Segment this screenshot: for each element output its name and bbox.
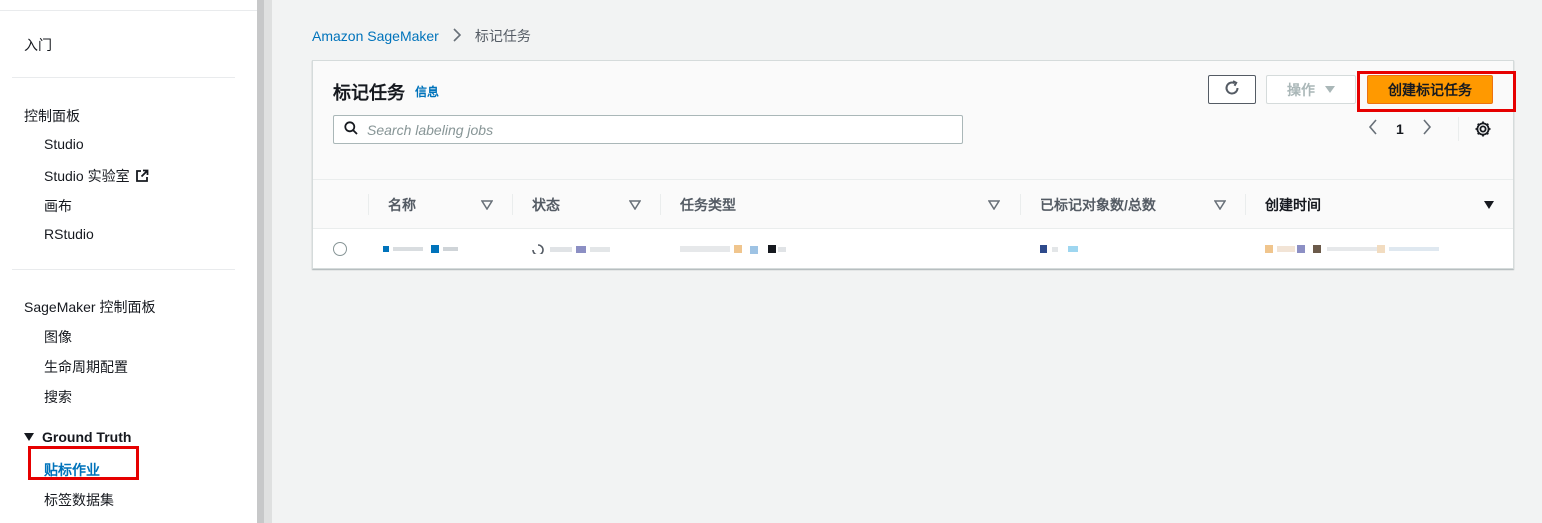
column-divider: [368, 194, 369, 215]
sidebar: 入门 控制面板 Studio Studio 实验室 画布 RStudio Sag…: [0, 0, 257, 523]
column-divider: [1020, 194, 1021, 215]
sort-descending-icon[interactable]: [1483, 200, 1495, 210]
column-header-name[interactable]: 名称: [388, 180, 416, 229]
pager-divider: [1458, 117, 1459, 141]
redacted-labeled-count: [1040, 245, 1078, 253]
redacted-task-type: [680, 245, 786, 254]
sidebar-section-control-panel[interactable]: 控制面板: [24, 106, 80, 126]
loading-spinner-icon: [532, 244, 610, 254]
chevron-right-icon: [453, 27, 461, 45]
sidebar-item-search[interactable]: 搜索: [44, 387, 72, 407]
sidebar-resize-handle[interactable]: [264, 0, 272, 523]
column-header-task-type[interactable]: 任务类型: [680, 180, 736, 229]
breadcrumb-root-link[interactable]: Amazon SageMaker: [312, 28, 439, 44]
search-icon: [344, 121, 358, 138]
breadcrumb-current: 标记任务: [474, 28, 531, 44]
external-link-icon: [135, 169, 149, 186]
labeling-jobs-panel: 标记任务 信息 操作 创建标记任务 1 名称 状态 任务类型 已标记对象数/总数…: [312, 60, 1516, 269]
column-header-created-time[interactable]: 创建时间: [1265, 180, 1321, 229]
refresh-icon: [1223, 79, 1241, 100]
chevron-right-icon[interactable]: [1422, 119, 1432, 138]
table-header: 名称 状态 任务类型 已标记对象数/总数 创建时间: [313, 180, 1513, 229]
sidebar-item-canvas[interactable]: 画布: [44, 196, 72, 216]
redacted-job-name[interactable]: [383, 244, 463, 254]
actions-dropdown[interactable]: 操作: [1266, 75, 1356, 104]
page-number[interactable]: 1: [1396, 121, 1404, 137]
sort-icon[interactable]: [1214, 200, 1226, 210]
column-divider: [512, 194, 513, 215]
sidebar-item-rstudio[interactable]: RStudio: [44, 226, 94, 242]
sidebar-item-studio[interactable]: Studio: [44, 136, 84, 152]
sidebar-item-lifecycle-config[interactable]: 生命周期配置: [44, 357, 128, 377]
caret-down-icon: [1325, 86, 1335, 93]
sidebar-item-studio-lab[interactable]: Studio 实验室: [44, 166, 149, 186]
redacted-created-time: [1265, 245, 1439, 253]
column-divider: [1245, 194, 1246, 215]
column-label: 创建时间: [1265, 196, 1321, 213]
search-input[interactable]: [367, 121, 962, 138]
sidebar-section-ground-truth[interactable]: Ground Truth: [24, 429, 131, 445]
sidebar-top-divider: [0, 10, 257, 11]
column-header-status[interactable]: 状态: [532, 180, 560, 229]
column-label: 已标记对象数/总数: [1040, 196, 1156, 213]
chevron-left-icon[interactable]: [1368, 119, 1378, 138]
sort-icon[interactable]: [481, 200, 493, 210]
pagination: 1: [1368, 119, 1432, 138]
table-row[interactable]: [313, 229, 1513, 268]
highlight-box: [28, 446, 139, 480]
refresh-button[interactable]: [1208, 75, 1256, 104]
row-radio-button[interactable]: [333, 242, 347, 256]
sidebar-item-label: Studio 实验室: [44, 168, 130, 184]
column-label: 名称: [388, 196, 416, 213]
column-label: 任务类型: [680, 196, 736, 213]
column-divider: [660, 194, 661, 215]
sidebar-item-labeled-datasets[interactable]: 标签数据集: [44, 490, 114, 510]
actions-label: 操作: [1287, 81, 1315, 98]
sort-icon[interactable]: [629, 200, 641, 210]
sidebar-divider: [12, 269, 235, 270]
sidebar-section-sagemaker-console[interactable]: SageMaker 控制面板: [24, 297, 155, 317]
sidebar-divider: [12, 77, 235, 78]
search-field[interactable]: [333, 115, 963, 144]
column-header-labeled-total[interactable]: 已标记对象数/总数: [1040, 180, 1156, 229]
sort-icon[interactable]: [988, 200, 1000, 210]
page-title: 标记任务: [333, 83, 405, 103]
highlight-box: [1357, 71, 1516, 112]
column-label: 状态: [532, 196, 560, 213]
settings-gear-icon[interactable]: [1474, 120, 1492, 141]
sidebar-item-images[interactable]: 图像: [44, 327, 72, 347]
breadcrumb: Amazon SageMaker 标记任务: [312, 26, 531, 46]
sidebar-section-label: Ground Truth: [42, 429, 132, 445]
info-link[interactable]: 信息: [415, 83, 439, 100]
caret-down-icon: [24, 433, 34, 441]
sidebar-item-getting-started[interactable]: 入门: [24, 35, 52, 55]
